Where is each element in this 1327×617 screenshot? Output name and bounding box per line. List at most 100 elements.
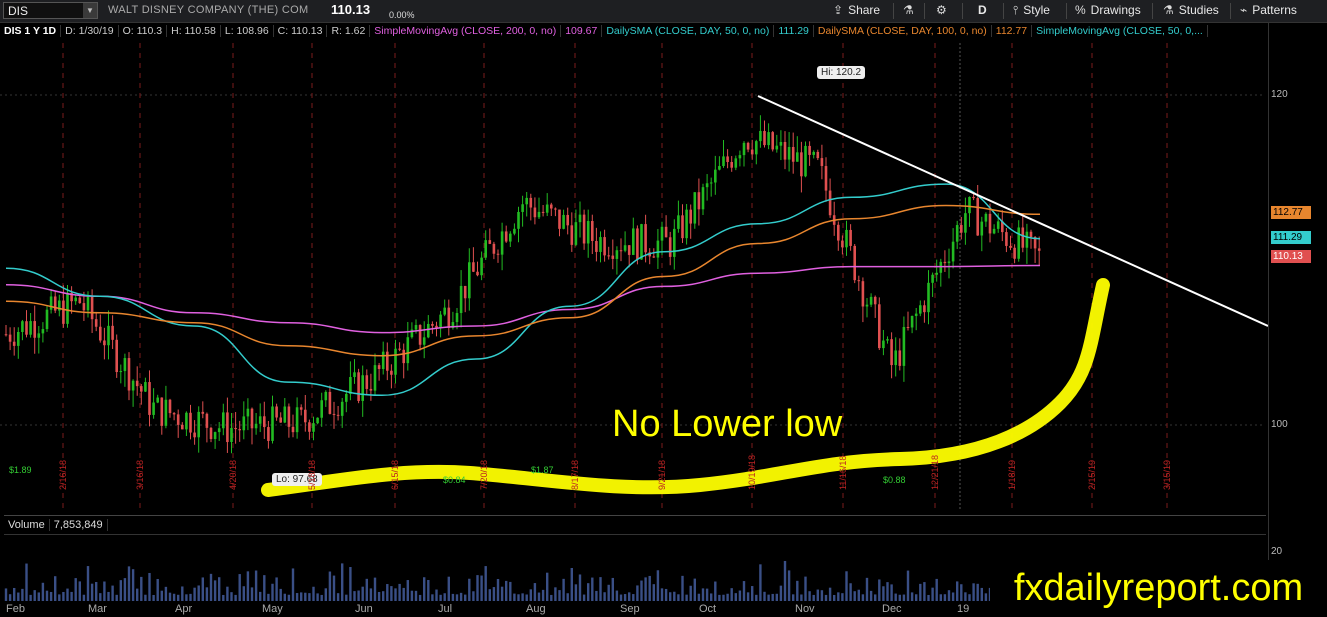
annotation-text: No Lower low	[612, 403, 843, 445]
candle-body	[459, 285, 463, 314]
candle-body	[324, 391, 328, 401]
candle-body	[668, 237, 672, 257]
study4-label[interactable]: SimpleMovingAvg (CLOSE, 50, 0,...	[1032, 25, 1208, 37]
volume-bar	[800, 594, 803, 601]
candle-body	[156, 397, 159, 403]
candle-body	[201, 411, 205, 414]
period-button[interactable]: D	[978, 2, 987, 19]
candle-body	[99, 326, 102, 341]
candle-body	[504, 231, 508, 242]
candle-body	[890, 339, 893, 366]
candle-body	[181, 424, 184, 430]
study3-label[interactable]: DailySMA (CLOSE, DAY, 100, 0, no)	[813, 25, 992, 37]
study2-label[interactable]: DailySMA (CLOSE, DAY, 50, 0, no)	[602, 25, 775, 37]
candle-body	[902, 326, 906, 366]
candle-body	[820, 158, 824, 167]
bar-close: C: 110.13	[273, 25, 328, 37]
flask-icon: ⚗	[903, 3, 914, 17]
volume-bar	[693, 578, 696, 601]
volume-bar	[812, 594, 815, 601]
candle-body	[591, 221, 594, 241]
volume-bar	[574, 584, 578, 601]
volume-bar	[681, 575, 684, 601]
volume-bar	[517, 594, 520, 601]
candle-body	[164, 399, 168, 426]
study1-label[interactable]: SimpleMovingAvg (CLOSE, 200, 0, no)	[370, 25, 562, 37]
volume-bar	[172, 593, 176, 601]
candle-body	[422, 337, 426, 345]
studies-button[interactable]: ⚗ Studies	[1163, 2, 1219, 19]
candle-body	[533, 207, 537, 218]
study3-value: 112.77	[991, 25, 1033, 37]
volume-bar	[759, 564, 762, 601]
candle-body	[988, 213, 992, 234]
flask-button[interactable]: ⚗	[903, 2, 919, 19]
candle-body	[513, 228, 516, 234]
y-tick: 100	[1271, 419, 1288, 430]
date-marker: 12/21/18	[930, 454, 940, 490]
volume-bar	[648, 575, 651, 601]
candle-body	[427, 323, 430, 338]
candle-body	[320, 400, 323, 418]
candle-body	[234, 427, 237, 430]
candle-body	[41, 329, 45, 334]
sma-line	[5, 264, 1041, 334]
volume-bar	[968, 594, 971, 601]
candle-body	[78, 297, 82, 304]
candle-body	[951, 241, 955, 262]
drawings-button[interactable]: % Drawings	[1075, 2, 1141, 19]
patterns-button[interactable]: ⌁ Patterns	[1240, 2, 1297, 19]
date-marker: 11/16/18	[838, 455, 848, 490]
volume-bar	[554, 587, 557, 601]
volume-bar	[570, 567, 573, 601]
candle-body	[168, 399, 172, 414]
volume-bar	[78, 581, 81, 601]
symbol-input[interactable]: DIS ▼	[3, 2, 98, 19]
volume-bar	[377, 591, 381, 601]
candle-body	[283, 406, 287, 423]
candle-body	[595, 240, 598, 252]
volume-bar	[628, 592, 631, 601]
volume-bar	[402, 587, 405, 601]
candle-body	[681, 215, 684, 239]
divider	[924, 3, 925, 19]
toolbar: DIS ▼ WALT DISNEY COMPANY (THE) COM 110.…	[0, 0, 1327, 23]
candle-body	[935, 272, 938, 275]
volume-bar	[558, 590, 561, 601]
candle-body	[894, 350, 897, 366]
candle-body	[763, 130, 766, 146]
volume-bar	[472, 591, 475, 601]
candle-body	[345, 393, 348, 402]
month-label: Aug	[526, 603, 546, 615]
month-label: Oct	[699, 603, 717, 615]
volume-bar	[677, 594, 680, 601]
volume-bar	[923, 582, 926, 601]
candle-body	[160, 397, 164, 426]
candle-body	[381, 351, 385, 369]
volume-bar	[623, 594, 627, 601]
share-button[interactable]: ⇪ Share	[833, 2, 880, 19]
candle-body	[607, 255, 610, 257]
chevron-down-icon[interactable]: ▼	[83, 3, 97, 18]
volume-bar	[324, 588, 327, 601]
candle-body	[492, 243, 496, 254]
candle-body	[709, 182, 713, 184]
volume-bar	[136, 588, 139, 601]
volume-bar	[332, 575, 336, 601]
drawings-label: Drawings	[1090, 3, 1141, 17]
volume-bar	[738, 590, 742, 601]
candle-body	[685, 209, 688, 239]
volume-bar	[4, 588, 8, 601]
candle-body	[714, 169, 717, 183]
volume-bar	[644, 577, 647, 601]
volume-bar	[869, 590, 873, 601]
month-label: Feb	[6, 603, 25, 615]
candle-body	[849, 229, 852, 246]
settings-button[interactable]: ⚙	[936, 2, 952, 19]
volume-bar	[62, 591, 65, 601]
candle-body	[398, 348, 401, 350]
style-button[interactable]: ⫯ Style	[1013, 2, 1050, 19]
candle-body	[500, 231, 504, 255]
candle-body	[914, 313, 918, 316]
volume-bar	[197, 585, 200, 601]
